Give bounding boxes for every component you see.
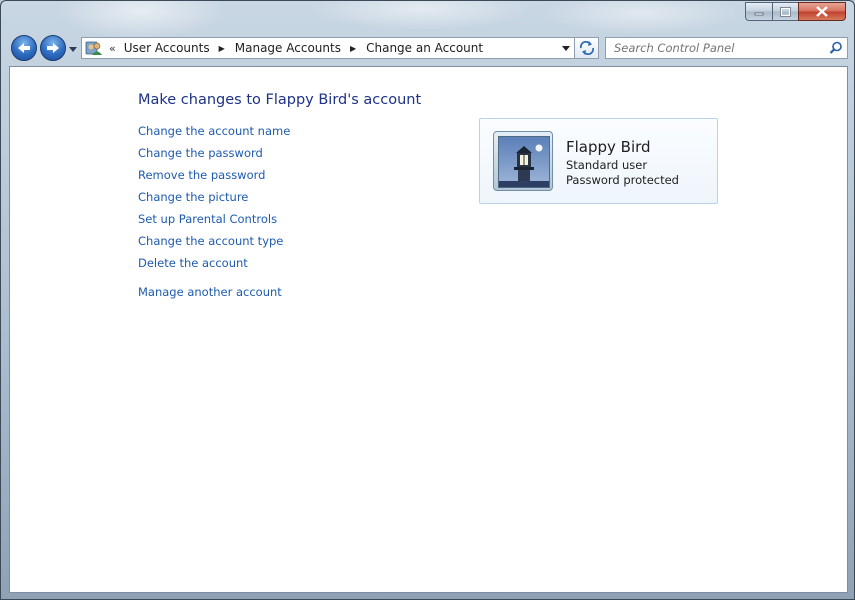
- back-button[interactable]: [11, 35, 37, 61]
- task-links: Change the account name Change the passw…: [138, 124, 290, 307]
- minimize-icon: [754, 12, 764, 15]
- change-account-type-link[interactable]: Change the account type: [138, 234, 290, 256]
- account-type: Standard user: [566, 158, 648, 172]
- minimize-button[interactable]: [745, 2, 772, 21]
- address-dropdown-button[interactable]: [558, 38, 574, 58]
- change-password-link[interactable]: Change the password: [138, 146, 290, 168]
- change-account-name-link[interactable]: Change the account name: [138, 124, 290, 146]
- account-name: Flappy Bird: [566, 138, 651, 156]
- breadcrumb-change-an-account[interactable]: Change an Account: [364, 41, 485, 55]
- window-frame: « User Accounts ▶ Manage Accounts ▶ Chan…: [0, 0, 855, 600]
- maximize-button[interactable]: [772, 2, 798, 21]
- recent-pages-dropdown[interactable]: [68, 44, 78, 54]
- control-panel-users-icon: [85, 41, 102, 55]
- forward-arrow-icon: [47, 43, 59, 53]
- search-box[interactable]: [605, 37, 848, 59]
- chevron-down-icon: [69, 46, 77, 52]
- breadcrumb-user-accounts[interactable]: User Accounts: [122, 41, 212, 55]
- chevron-down-icon: [562, 45, 570, 51]
- account-card: Flappy Bird Standard user Password prote…: [479, 118, 718, 204]
- search-icon[interactable]: [829, 41, 843, 55]
- close-button[interactable]: [798, 2, 846, 21]
- parental-controls-link[interactable]: Set up Parental Controls: [138, 212, 290, 234]
- password-status: Password protected: [566, 173, 679, 187]
- maximize-icon: [780, 6, 791, 17]
- page-title: Make changes to Flappy Bird's account: [138, 92, 422, 108]
- refresh-icon: [579, 41, 594, 55]
- more-breadcrumbs-icon[interactable]: «: [109, 42, 116, 55]
- search-input[interactable]: [612, 40, 826, 56]
- back-arrow-icon: [18, 43, 30, 53]
- account-picture: [493, 131, 553, 191]
- navigation-bar: « User Accounts ▶ Manage Accounts ▶ Chan…: [9, 34, 848, 62]
- address-bar[interactable]: « User Accounts ▶ Manage Accounts ▶ Chan…: [81, 37, 575, 59]
- forward-button[interactable]: [40, 35, 66, 61]
- lighthouse-picture: [498, 136, 550, 188]
- change-picture-link[interactable]: Change the picture: [138, 190, 290, 212]
- close-icon: [816, 6, 828, 17]
- breadcrumb-separator-icon[interactable]: ▶: [219, 44, 225, 53]
- content-pane: Make changes to Flappy Bird's account Ch…: [9, 66, 848, 593]
- caption-buttons: [745, 2, 846, 21]
- delete-account-link[interactable]: Delete the account: [138, 256, 290, 278]
- breadcrumb-manage-accounts[interactable]: Manage Accounts: [233, 41, 343, 55]
- manage-another-account-link[interactable]: Manage another account: [138, 285, 290, 307]
- breadcrumb-separator-icon[interactable]: ▶: [350, 44, 356, 53]
- remove-password-link[interactable]: Remove the password: [138, 168, 290, 190]
- refresh-button[interactable]: [575, 37, 599, 59]
